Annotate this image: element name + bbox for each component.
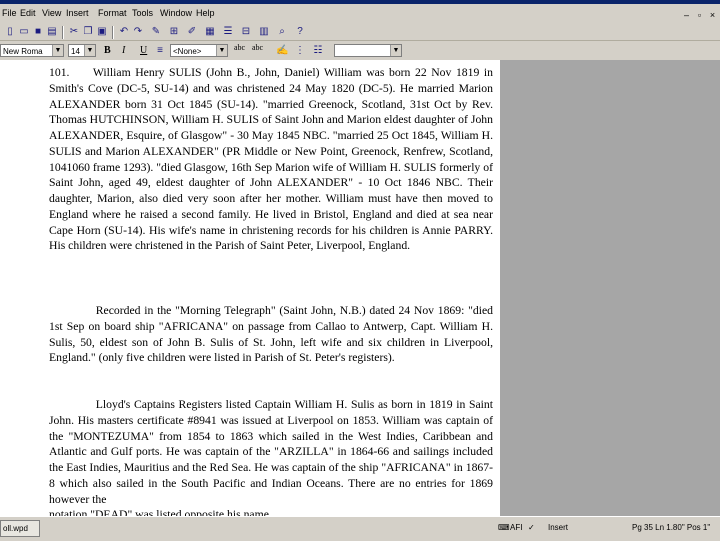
font-name-value: New Roma — [3, 47, 43, 56]
highlight-icon[interactable]: ✍ — [276, 45, 288, 56]
paragraph-partial[interactable]: notation "DEAD" was listed opposite his … — [49, 507, 493, 516]
insert-mode[interactable]: Insert — [548, 523, 568, 532]
font-size-select[interactable]: 14 ▼ — [68, 44, 96, 57]
file-name: oll.wpd — [3, 524, 28, 533]
font-size-value: 14 — [71, 47, 80, 56]
zoom-select[interactable]: ▼ — [334, 44, 402, 57]
paragraph-1[interactable]: 101. William Henry SULIS (John B., John,… — [49, 65, 493, 254]
chevron-down-icon[interactable]: ▼ — [216, 45, 227, 56]
menu-window[interactable]: Window — [160, 8, 192, 18]
undo-icon[interactable]: ↶ — [118, 26, 130, 37]
status-bar: oll.wpd ⌨ AFI ✓ Insert Pg 35 Ln 1.80" Po… — [0, 516, 720, 541]
close-icon[interactable]: × — [707, 10, 718, 20]
chevron-down-icon[interactable]: ▼ — [84, 45, 95, 56]
language-indicator[interactable]: AFI — [510, 523, 522, 532]
menu-view[interactable]: View — [42, 8, 61, 18]
font-name-select[interactable]: New Roma ▼ — [0, 44, 64, 57]
bold-button[interactable]: B — [104, 45, 111, 56]
chevron-down-icon[interactable]: ▼ — [52, 45, 63, 56]
cursor-position: Pg 35 Ln 1.80" Pos 1" — [632, 523, 711, 532]
paragraph-2[interactable]: Recorded in the "Morning Telegraph" (Sai… — [49, 303, 493, 366]
columns-icon[interactable]: ▥ — [258, 26, 270, 37]
brush-icon[interactable]: ✎ — [150, 26, 162, 37]
underline-button[interactable]: U — [140, 45, 147, 56]
paste-icon[interactable]: ▣ — [96, 26, 108, 37]
justify-icon[interactable]: ≡ — [154, 45, 166, 56]
save-icon[interactable]: ■ — [32, 26, 44, 37]
cut-icon[interactable]: ✂ — [68, 26, 80, 37]
chart-icon[interactable]: ▦ — [204, 26, 216, 37]
print-icon[interactable]: ▤ — [46, 26, 58, 37]
format-toolbar: New Roma ▼ 14 ▼ B I U ≡ <None> ▼ abc abc… — [0, 41, 720, 61]
insert-icon[interactable]: ⊞ — [168, 26, 180, 37]
menu-edit[interactable]: Edit — [20, 8, 36, 18]
help-icon[interactable]: ? — [294, 26, 306, 37]
document-area[interactable]: 101. William Henry SULIS (John B., John,… — [0, 60, 720, 516]
menu-format[interactable]: Format — [98, 8, 127, 18]
list-icon[interactable]: ☰ — [222, 26, 234, 37]
zoom-icon[interactable]: ⌕ — [276, 26, 288, 37]
style-value: <None> — [173, 47, 202, 56]
table-icon[interactable]: ⊟ — [240, 26, 252, 37]
spell-icon: ✓ — [528, 523, 535, 532]
chevron-down-icon[interactable]: ▼ — [390, 45, 401, 56]
open-icon[interactable]: ▭ — [18, 26, 30, 37]
copy-icon[interactable]: ❐ — [82, 26, 94, 37]
menu-insert[interactable]: Insert — [66, 8, 89, 18]
bullets-icon[interactable]: ⋮ — [294, 45, 306, 56]
draw-icon[interactable]: ✐ — [186, 26, 198, 37]
redo-icon[interactable]: ↷ — [132, 26, 144, 37]
file-tab[interactable]: oll.wpd — [0, 520, 40, 537]
superscript-button[interactable]: abc — [234, 43, 245, 52]
restore-icon[interactable]: ▫ — [694, 10, 705, 20]
paragraph-3[interactable]: Lloyd's Captains Registers listed Captai… — [49, 397, 493, 507]
menu-file[interactable]: File — [2, 8, 17, 18]
menu-help[interactable]: Help — [196, 8, 215, 18]
subscript-button[interactable]: abc — [252, 43, 263, 52]
numbering-icon[interactable]: ☷ — [312, 45, 324, 56]
new-icon[interactable]: ▯ — [4, 26, 16, 37]
minimize-icon[interactable]: – — [681, 10, 692, 20]
menu-bar: File Edit View Insert Format Tools Windo… — [0, 4, 720, 23]
style-select[interactable]: <None> ▼ — [170, 44, 228, 57]
italic-button[interactable]: I — [122, 45, 125, 56]
menu-tools[interactable]: Tools — [132, 8, 153, 18]
document-page[interactable]: 101. William Henry SULIS (John B., John,… — [0, 60, 500, 516]
standard-toolbar: ▯ ▭ ■ ▤ ✂ ❐ ▣ ↶ ↷ ✎ ⊞ ✐ ▦ ☰ ⊟ ▥ ⌕ ? — [0, 23, 720, 41]
keyboard-icon: ⌨ — [498, 523, 510, 532]
